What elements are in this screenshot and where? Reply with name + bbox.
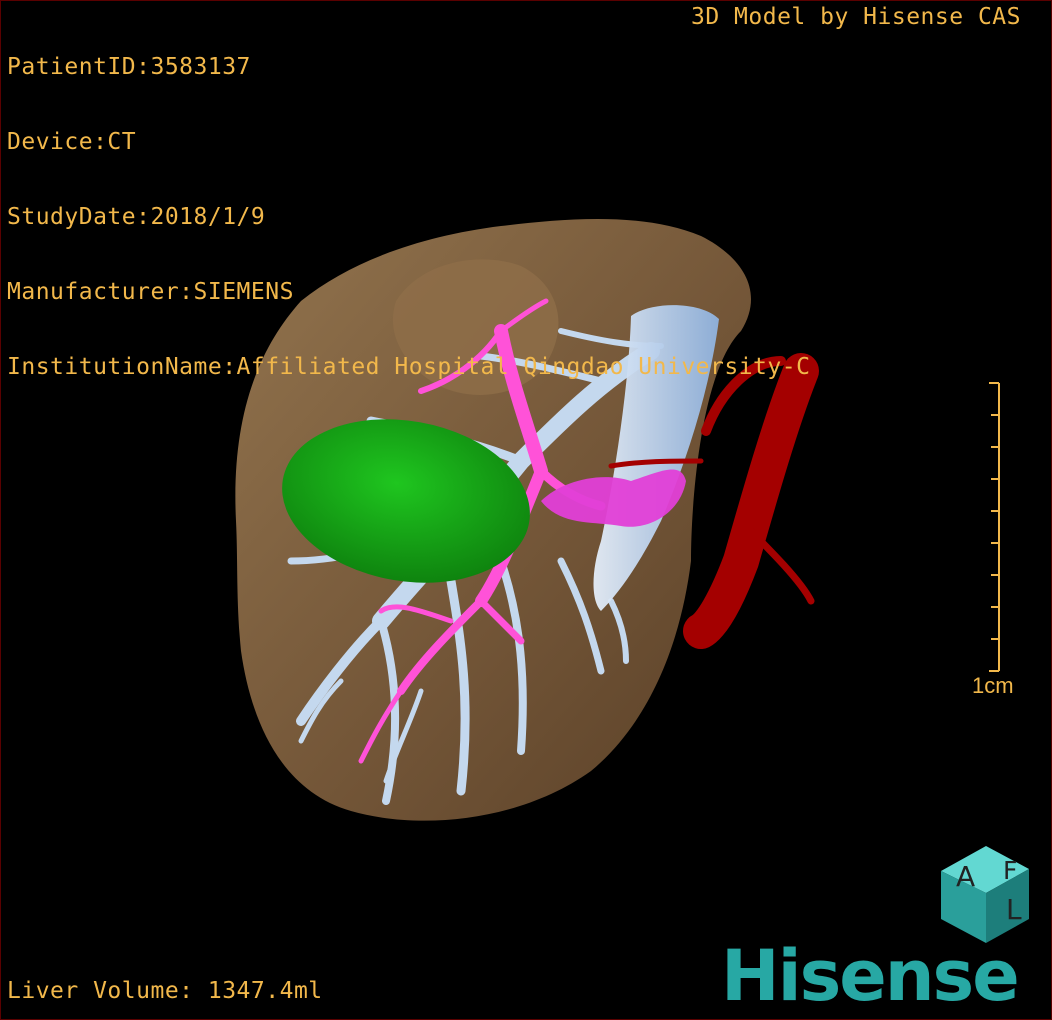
study-date: StudyDate:2018/1/9 bbox=[7, 204, 266, 230]
scale-bar bbox=[989, 382, 1000, 672]
svg-text:F: F bbox=[1003, 856, 1017, 885]
ct-3d-viewer[interactable]: A F L PatientID:3583137 Device:CT StudyD… bbox=[0, 0, 1052, 1020]
cube-logo: A F L bbox=[941, 846, 1029, 943]
svg-text:A: A bbox=[956, 860, 975, 893]
liver-volume: Liver Volume: 1347.4ml bbox=[7, 978, 323, 1004]
manufacturer: Manufacturer:SIEMENS bbox=[7, 279, 294, 305]
model-credit: 3D Model by Hisense CAS bbox=[691, 4, 1021, 30]
patient-id: PatientID:3583137 bbox=[7, 54, 251, 80]
patient-metadata: PatientID:3583137 Device:CT StudyDate:20… bbox=[7, 5, 810, 430]
institution-name: InstitutionName:Affiliated Hospital Qing… bbox=[7, 354, 811, 380]
device-type: Device:CT bbox=[7, 129, 137, 155]
hisense-logo: Hisense bbox=[721, 935, 1020, 1017]
scale-label: 1cm bbox=[972, 673, 1014, 698]
svg-text:L: L bbox=[1006, 893, 1022, 926]
